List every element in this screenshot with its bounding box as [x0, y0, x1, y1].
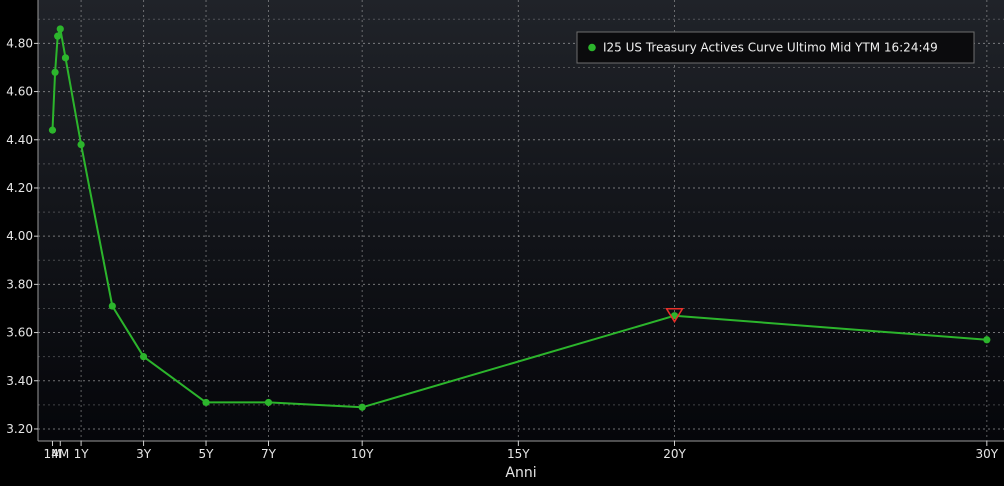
- chart: 3.20 3.40 3.60 3.80 4.00 4.20 4.40 4.60 4.80 1M 4M…: [0, 0, 1004, 486]
- x-tick-label: 3Y: [136, 447, 152, 461]
- x-tick-label: 7Y: [261, 447, 277, 461]
- data-point: [983, 336, 991, 344]
- x-tick-label: 4M: [51, 447, 69, 461]
- data-point: [54, 32, 62, 40]
- y-tick-label: 3.60: [6, 326, 33, 340]
- x-tick-label: 15Y: [507, 447, 530, 461]
- data-point: [358, 403, 366, 411]
- data-point: [264, 398, 273, 407]
- x-axis-title: Anni: [505, 465, 536, 481]
- data-point: [51, 68, 59, 76]
- y-tick-label: 3.80: [6, 277, 33, 291]
- data-point: [48, 126, 57, 134]
- plot-area: [38, 0, 1004, 441]
- x-tick-label: 10Y: [351, 447, 374, 461]
- x-tick-label: 1Y: [74, 447, 90, 461]
- data-point: [108, 302, 116, 310]
- y-tick-label: 4.80: [6, 36, 33, 50]
- legend-entry: I25 US Treasury Actives Curve Ultimo Mid…: [603, 41, 938, 55]
- data-point: [202, 398, 210, 407]
- y-tick-label: 4.40: [6, 133, 33, 147]
- data-point: [139, 353, 148, 361]
- legend: I25 US Treasury Actives Curve Ultimo Mid…: [576, 31, 975, 64]
- y-tick-label: 3.20: [6, 422, 33, 436]
- y-tick-label: 4.60: [6, 85, 33, 99]
- x-tick-label: 30Y: [976, 447, 999, 461]
- y-tick-label: 4.00: [6, 229, 33, 243]
- x-tick-label: 5Y: [199, 447, 215, 461]
- yield-curve-chart: 3.203.403.603.804.004.204.404.604.801M4M…: [6, 0, 1004, 481]
- y-tick-label: 3.40: [6, 374, 33, 388]
- y-tick-label: 4.20: [6, 181, 33, 195]
- x-tick-label: 20Y: [663, 447, 686, 461]
- data-point: [56, 25, 64, 33]
- data-point: [77, 140, 85, 149]
- data-point: [61, 54, 70, 62]
- legend-swatch: [588, 43, 596, 52]
